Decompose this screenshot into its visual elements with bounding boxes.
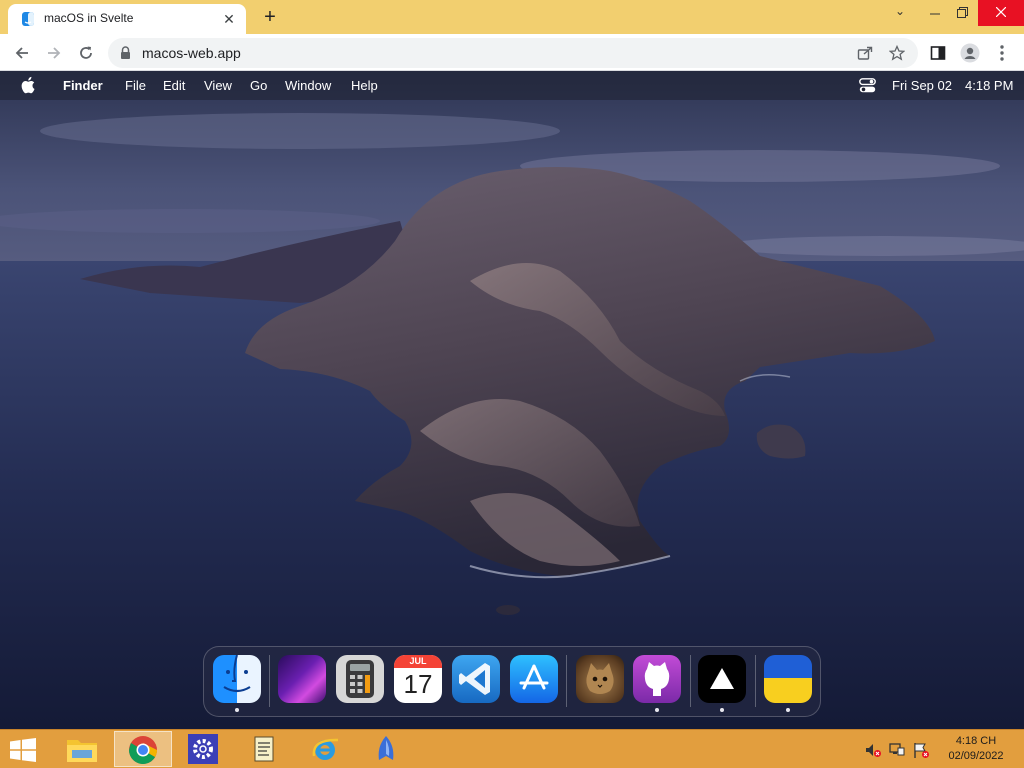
dock-running-indicator xyxy=(235,708,239,712)
control-center-icon[interactable] xyxy=(859,78,876,93)
taskbar-clock[interactable]: 4:18 CH 02/09/2022 xyxy=(940,734,1012,764)
blue-rocket-icon xyxy=(378,736,394,760)
dock-wallpapers-icon[interactable] xyxy=(278,655,326,703)
taskbar-internet-explorer[interactable] xyxy=(297,731,355,767)
dock-separator xyxy=(566,655,567,707)
menu-window[interactable]: Window xyxy=(285,78,331,93)
scroll-script-icon xyxy=(254,736,274,762)
browser-tab[interactable]: macOS in Svelte ✕ xyxy=(8,4,246,34)
menu-view[interactable]: View xyxy=(204,78,232,93)
address-bar[interactable]: macos-web.app xyxy=(108,38,918,68)
chrome-icon xyxy=(129,736,157,764)
side-panel-icon[interactable] xyxy=(924,39,952,67)
dock-running-indicator xyxy=(720,708,724,712)
dock-calculator-icon[interactable] xyxy=(336,655,384,703)
dock-separator xyxy=(269,655,270,707)
taskbar-settings[interactable] xyxy=(175,731,233,767)
share-icon[interactable] xyxy=(852,40,878,66)
macos-dock: JUL 17 xyxy=(203,646,821,717)
windows-taskbar: 4:18 CH 02/09/2022 xyxy=(0,729,1024,768)
browser-toolbar: macos-web.app xyxy=(0,34,1024,71)
menu-edit[interactable]: Edit xyxy=(163,78,185,93)
forward-icon[interactable] xyxy=(40,39,68,67)
back-icon[interactable] xyxy=(8,39,36,67)
dock-github-icon[interactable] xyxy=(633,655,681,703)
macos-menubar: Finder File Edit View Go Window Help Fri… xyxy=(0,71,1024,100)
dock-ukraine-flag-icon[interactable] xyxy=(764,655,812,703)
tab-search-icon[interactable]: ⌄ xyxy=(883,0,917,26)
volume-muted-icon[interactable] xyxy=(864,741,882,759)
dock-separator xyxy=(690,655,691,707)
windows-start-icon[interactable] xyxy=(8,738,38,762)
dock-appstore-icon[interactable] xyxy=(510,655,558,703)
taskbar-time: 4:18 CH xyxy=(955,735,997,747)
menubar-time[interactable]: 4:18 PM xyxy=(965,78,1013,93)
menu-go[interactable]: Go xyxy=(250,78,267,93)
menu-help[interactable]: Help xyxy=(351,78,378,93)
taskbar-chrome[interactable] xyxy=(114,731,172,767)
tab-close-icon[interactable]: ✕ xyxy=(220,10,238,28)
calendar-day: 17 xyxy=(403,669,433,699)
bookmark-star-icon[interactable] xyxy=(884,40,910,66)
taskbar-launcher[interactable] xyxy=(358,731,416,767)
new-tab-button[interactable]: + xyxy=(258,5,282,29)
apple-logo-icon[interactable] xyxy=(21,76,37,94)
catalina-wallpaper xyxy=(0,113,1024,729)
calendar-month: JUL xyxy=(409,656,427,666)
reload-icon[interactable] xyxy=(72,39,100,67)
restore-button[interactable] xyxy=(945,0,979,26)
taskbar-date: 02/09/2022 xyxy=(948,750,1004,762)
dock-running-indicator xyxy=(655,708,659,712)
tab-title: macOS in Svelte xyxy=(44,11,134,25)
settings-gear-icon xyxy=(188,734,218,764)
dock-separator xyxy=(755,655,756,707)
taskbar-notepad[interactable] xyxy=(236,731,294,767)
dock-finder-icon[interactable] xyxy=(213,655,261,703)
kebab-menu-icon[interactable] xyxy=(988,39,1016,67)
menu-file[interactable]: File xyxy=(125,78,146,93)
menu-app-name[interactable]: Finder xyxy=(63,78,103,93)
url-text[interactable]: macos-web.app xyxy=(142,45,241,61)
close-window-button[interactable] xyxy=(978,0,1024,26)
dock-running-indicator xyxy=(786,708,790,712)
taskbar-file-explorer[interactable] xyxy=(53,731,111,767)
dock-cat-photo-icon[interactable] xyxy=(576,655,624,703)
internet-explorer-icon xyxy=(312,738,339,760)
network-icon[interactable] xyxy=(888,741,906,759)
menubar-date[interactable]: Fri Sep 02 xyxy=(892,78,952,93)
dock-calendar-icon[interactable]: JUL 17 xyxy=(394,655,442,703)
dock-vercel-icon[interactable] xyxy=(698,655,746,703)
macos-desktop: Finder File Edit View Go Window Help Fri… xyxy=(0,71,1024,729)
browser-tabstrip: macOS in Svelte ✕ + ⌄ xyxy=(0,0,1024,34)
action-center-flag-icon[interactable] xyxy=(912,741,930,759)
profile-icon[interactable] xyxy=(956,39,984,67)
lock-icon[interactable] xyxy=(120,46,131,60)
dock-vscode-icon[interactable] xyxy=(452,655,500,703)
folder-icon xyxy=(67,740,97,762)
finder-favicon-icon xyxy=(22,12,34,26)
